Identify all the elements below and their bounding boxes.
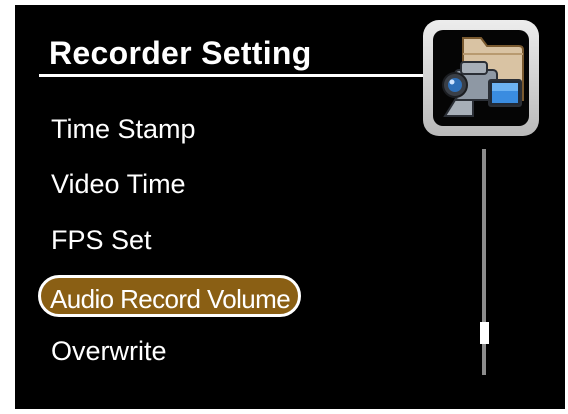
camcorder-folder-icon: [423, 20, 539, 136]
menu-item-fps-set[interactable]: FPS Set: [51, 219, 152, 261]
menu-item-audio-record-volume[interactable]: Audio Record Volume: [38, 275, 302, 317]
title-underline: [39, 74, 437, 77]
menu-item-video-time[interactable]: Video Time: [51, 163, 186, 205]
scrollbar-thumb[interactable]: [480, 322, 489, 344]
menu-item-overwrite[interactable]: Overwrite: [51, 330, 167, 372]
page-title: Recorder Setting: [49, 35, 312, 71]
settings-screen: Recorder Setting Time Stamp Video Time F…: [15, 5, 565, 409]
scrollbar-track[interactable]: [480, 149, 489, 375]
camcorder-icon: [442, 37, 524, 117]
menu-item-time-stamp[interactable]: Time Stamp: [51, 108, 196, 150]
